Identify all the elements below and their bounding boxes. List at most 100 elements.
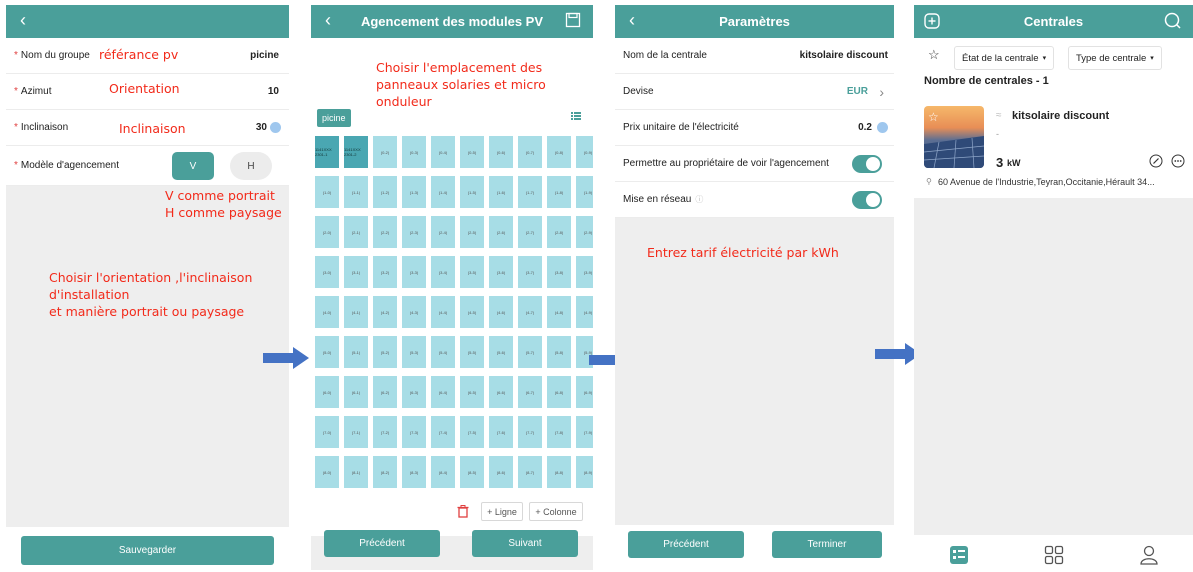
owner-view-row[interactable]: Permettre au propriétaire de voir l'agen… (615, 146, 894, 182)
module-cell[interactable]: (0-5) (460, 136, 484, 168)
unit-price-value[interactable]: 0.2 (858, 122, 872, 133)
plants-grid-nav-icon[interactable] (1044, 545, 1064, 565)
module-cell[interactable]: (2-0) (315, 216, 339, 248)
plant-name[interactable]: kitsolaire discount (1012, 110, 1109, 122)
module-cell[interactable]: 1141XXX 2301-1 (315, 136, 339, 168)
edit-icon[interactable] (1149, 154, 1163, 168)
module-cell[interactable]: (2-8) (547, 216, 571, 248)
module-cell[interactable]: (2-5) (460, 216, 484, 248)
module-cell[interactable]: (1-7) (518, 176, 542, 208)
module-cell[interactable]: (8-8) (547, 456, 571, 488)
module-cell[interactable]: (1-5) (460, 176, 484, 208)
favorite-star-icon[interactable]: ☆ (928, 110, 939, 124)
module-cell[interactable]: (3-5) (460, 256, 484, 288)
module-cell[interactable]: (7-5) (460, 416, 484, 448)
star-icon[interactable]: ☆ (928, 47, 940, 63)
module-cell[interactable]: (6-1) (344, 376, 368, 408)
module-cell[interactable]: (7-6) (489, 416, 513, 448)
module-cell[interactable]: (0-9) (576, 136, 593, 168)
currency-value[interactable]: EUR (847, 86, 868, 97)
module-cell[interactable]: (7-4) (431, 416, 455, 448)
module-cell[interactable]: (6-6) (489, 376, 513, 408)
module-cell[interactable]: (1-4) (431, 176, 455, 208)
module-cell[interactable]: (8-5) (460, 456, 484, 488)
module-cell[interactable]: (0-4) (431, 136, 455, 168)
module-cell[interactable]: (5-6) (489, 336, 513, 368)
module-cell[interactable]: (4-4) (431, 296, 455, 328)
module-cell[interactable]: (2-2) (373, 216, 397, 248)
module-cell[interactable]: (8-7) (518, 456, 542, 488)
module-cell[interactable]: (6-3) (402, 376, 426, 408)
unit-price-row[interactable]: Prix unitaire de l'électricité 0.2 (615, 110, 894, 146)
module-cell[interactable]: (1-1) (344, 176, 368, 208)
group-name-value[interactable]: picine (250, 50, 279, 61)
module-cell[interactable]: (7-9) (576, 416, 593, 448)
currency-row[interactable]: Devise EUR › (615, 74, 894, 110)
module-cell[interactable]: (1-3) (402, 176, 426, 208)
module-cell[interactable]: (6-4) (431, 376, 455, 408)
previous-button[interactable]: Précédent (628, 531, 744, 558)
back-icon[interactable]: ‹ (623, 10, 641, 32)
module-cell[interactable]: (5-3) (402, 336, 426, 368)
add-icon[interactable] (924, 13, 940, 29)
module-cell[interactable]: (3-7) (518, 256, 542, 288)
module-cell[interactable]: (2-3) (402, 216, 426, 248)
module-cell[interactable]: (4-7) (518, 296, 542, 328)
more-options-icon[interactable] (1171, 154, 1185, 168)
module-cell[interactable]: (2-1) (344, 216, 368, 248)
module-cell[interactable]: (7-1) (344, 416, 368, 448)
module-cell[interactable]: (6-5) (460, 376, 484, 408)
type-filter-dropdown[interactable]: Type de centrale ▾ (1068, 46, 1162, 70)
module-cell[interactable]: (4-5) (460, 296, 484, 328)
module-cell[interactable]: (5-5) (460, 336, 484, 368)
module-cell[interactable]: (3-1) (344, 256, 368, 288)
save-icon[interactable] (565, 12, 581, 28)
module-cell[interactable]: (4-1) (344, 296, 368, 328)
dashboard-nav-icon[interactable] (949, 545, 969, 565)
module-cell[interactable]: (0-8) (547, 136, 571, 168)
module-cell[interactable]: (6-7) (518, 376, 542, 408)
module-cell[interactable]: (5-0) (315, 336, 339, 368)
module-cell[interactable]: (2-6) (489, 216, 513, 248)
trash-icon[interactable] (457, 505, 469, 518)
group-chip[interactable]: picine (317, 109, 351, 127)
inclination-value[interactable]: 30 (256, 122, 267, 133)
module-cell[interactable]: (6-0) (315, 376, 339, 408)
grid-connection-toggle[interactable] (852, 190, 882, 209)
list-icon[interactable] (571, 111, 581, 121)
module-cell[interactable]: (8-3) (402, 456, 426, 488)
module-cell[interactable]: (1-6) (489, 176, 513, 208)
grid-connection-row[interactable]: Mise en réseau ⓘ (615, 182, 894, 218)
module-cell[interactable]: (5-8) (547, 336, 571, 368)
add-row-button[interactable]: + Ligne (481, 502, 523, 521)
module-cell[interactable]: (7-0) (315, 416, 339, 448)
module-cell[interactable]: (3-9) (576, 256, 593, 288)
next-button[interactable]: Suivant (472, 530, 578, 557)
module-cell[interactable]: (1-0) (315, 176, 339, 208)
module-cell[interactable]: (4-3) (402, 296, 426, 328)
module-cell[interactable]: (1-8) (547, 176, 571, 208)
previous-button[interactable]: Précédent (324, 530, 440, 557)
plant-name-row[interactable]: Nom de la centrale kitsolaire discount (615, 38, 894, 74)
info-icon[interactable]: ⓘ (695, 194, 703, 205)
module-cell[interactable]: (6-8) (547, 376, 571, 408)
module-cell[interactable]: (8-4) (431, 456, 455, 488)
module-cell[interactable]: (7-8) (547, 416, 571, 448)
module-cell[interactable]: (3-8) (547, 256, 571, 288)
input-cursor-handle[interactable] (877, 122, 888, 133)
portrait-option-button[interactable]: V (172, 152, 214, 180)
module-cell[interactable]: (0-6) (489, 136, 513, 168)
module-cell[interactable]: (0-2) (373, 136, 397, 168)
owner-view-toggle[interactable] (852, 154, 882, 173)
profile-nav-icon[interactable] (1139, 545, 1159, 565)
back-icon[interactable]: ‹ (14, 10, 32, 32)
module-cell[interactable]: (7-3) (402, 416, 426, 448)
plant-thumbnail[interactable]: ☆ (924, 106, 984, 168)
module-cell[interactable]: (3-4) (431, 256, 455, 288)
module-cell[interactable]: (5-7) (518, 336, 542, 368)
module-cell[interactable]: (8-0) (315, 456, 339, 488)
module-cell[interactable]: (3-0) (315, 256, 339, 288)
module-cell[interactable]: (7-2) (373, 416, 397, 448)
slider-handle[interactable] (270, 122, 281, 133)
module-cell[interactable]: (5-2) (373, 336, 397, 368)
